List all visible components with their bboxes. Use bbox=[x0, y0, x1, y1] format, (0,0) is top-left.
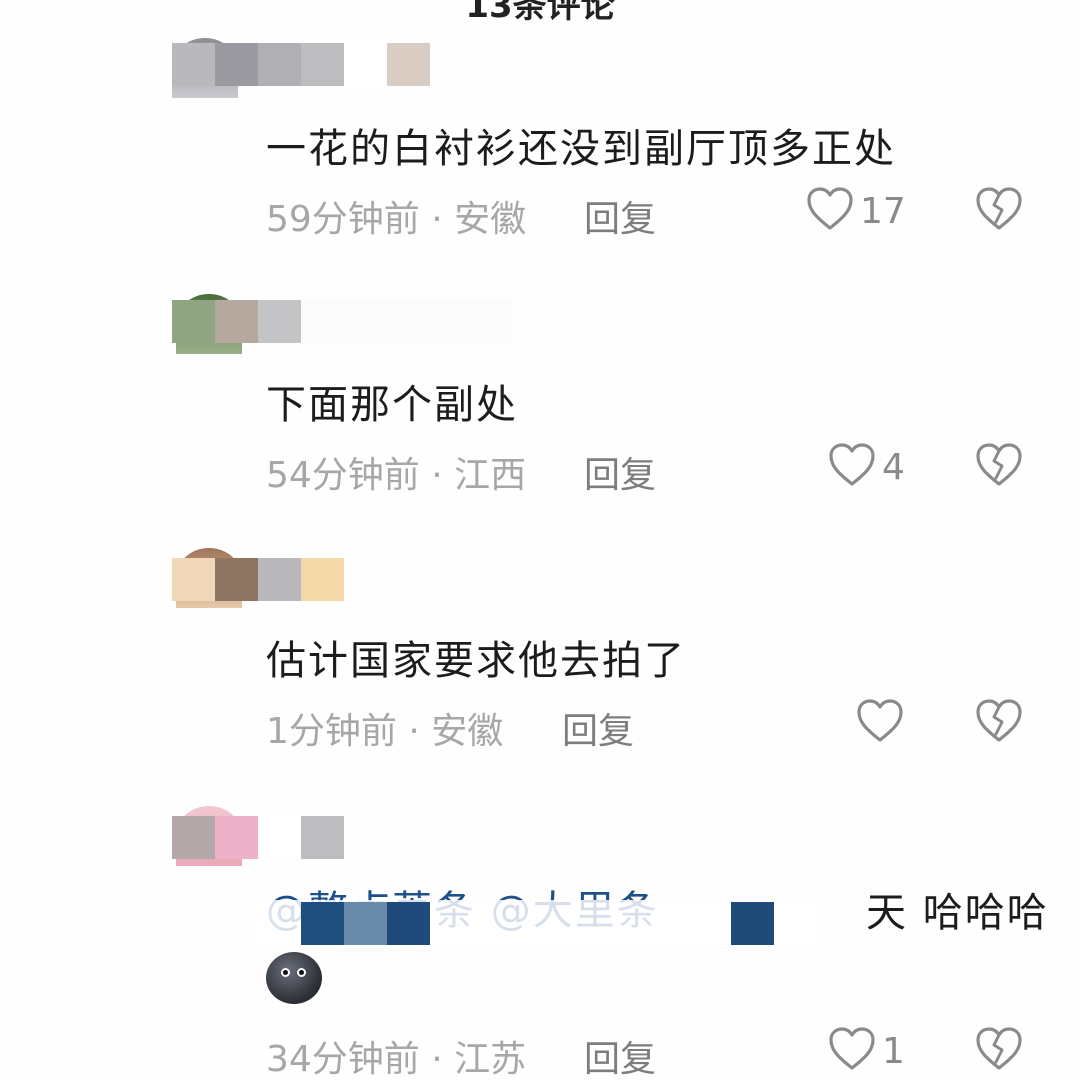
comment-count-title: 13条评论 bbox=[465, 0, 615, 26]
broken-heart-icon bbox=[975, 1027, 1023, 1076]
heart-outline-icon bbox=[828, 1026, 876, 1076]
comment-location: 安徽 bbox=[454, 199, 527, 240]
heart-outline-icon bbox=[828, 442, 876, 492]
dislike-button[interactable] bbox=[975, 442, 1023, 492]
like-button[interactable]: 1 bbox=[828, 1026, 905, 1076]
like-count: 17 bbox=[860, 190, 906, 232]
like-count: 1 bbox=[882, 1030, 905, 1072]
heart-outline-icon bbox=[806, 186, 854, 236]
comment-text: 估计国家要求他去拍了 bbox=[266, 638, 686, 684]
broken-heart-icon bbox=[975, 699, 1023, 748]
comment-text: 天 哈哈哈 bbox=[866, 890, 1049, 936]
comments-page: 13条评论 一花的白衬衫还没到副厅顶多正处 59分钟前 · 安徽 回复 17 下… bbox=[0, 0, 1080, 1080]
comment-time: 54分钟前 bbox=[266, 455, 420, 496]
comment-meta: 54分钟前 · 江西 bbox=[266, 446, 526, 498]
username-blur bbox=[301, 300, 511, 343]
broken-heart-icon bbox=[975, 443, 1023, 492]
like-button[interactable] bbox=[856, 698, 910, 748]
comment-meta: 59分钟前 · 安徽 bbox=[266, 190, 526, 242]
username-mosaic[interactable] bbox=[172, 43, 430, 86]
heart-outline-icon bbox=[856, 698, 904, 748]
reply-button[interactable]: 回复 bbox=[562, 702, 634, 754]
black-face-emoji-icon bbox=[266, 952, 322, 1004]
meta-separator: · bbox=[431, 199, 443, 240]
meta-separator: · bbox=[408, 711, 420, 752]
dislike-button[interactable] bbox=[975, 1026, 1023, 1076]
username-mosaic[interactable] bbox=[172, 300, 301, 343]
comment-location: 江苏 bbox=[454, 1039, 527, 1080]
meta-separator: · bbox=[431, 1039, 443, 1080]
mention-mosaic bbox=[731, 902, 774, 945]
username-mosaic[interactable] bbox=[172, 816, 344, 859]
dislike-button[interactable] bbox=[975, 186, 1023, 236]
mention-mosaic bbox=[301, 902, 430, 945]
comment-time: 34分钟前 bbox=[266, 1039, 420, 1080]
broken-heart-icon bbox=[975, 187, 1023, 236]
meta-separator: · bbox=[431, 455, 443, 496]
dislike-button[interactable] bbox=[975, 698, 1023, 748]
comment-time: 1分钟前 bbox=[266, 711, 397, 752]
reply-button[interactable]: 回复 bbox=[584, 1030, 656, 1080]
comment-location: 安徽 bbox=[431, 711, 504, 752]
comment-text: 一花的白衬衫还没到副厅顶多正处 bbox=[266, 126, 896, 172]
like-count: 4 bbox=[882, 446, 905, 488]
reply-button[interactable]: 回复 bbox=[584, 190, 656, 242]
comment-time: 59分钟前 bbox=[266, 199, 420, 240]
comment-meta: 34分钟前 · 江苏 bbox=[266, 1030, 526, 1080]
comment-text: 下面那个副处 bbox=[266, 382, 518, 428]
username-mosaic[interactable] bbox=[172, 558, 344, 601]
comment-meta: 1分钟前 · 安徽 bbox=[266, 702, 503, 754]
like-button[interactable]: 17 bbox=[806, 186, 906, 236]
reply-button[interactable]: 回复 bbox=[584, 446, 656, 498]
comment-location: 江西 bbox=[454, 455, 527, 496]
like-button[interactable]: 4 bbox=[828, 442, 905, 492]
